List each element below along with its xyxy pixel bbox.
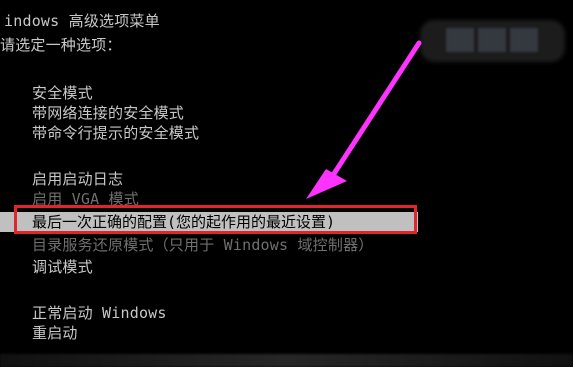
option-safe-mode-command-prompt[interactable]: 带命令行提示的安全模式 bbox=[32, 124, 199, 142]
option-boot-logging[interactable]: 启用启动日志 bbox=[32, 170, 123, 188]
menu-title: indows 高级选项菜单 bbox=[4, 12, 160, 30]
menu-prompt: 请选定一种选项： bbox=[0, 36, 122, 54]
red-highlight-box bbox=[14, 205, 417, 234]
option-reboot[interactable]: 重启动 bbox=[32, 324, 78, 342]
blurred-cell-3 bbox=[510, 28, 538, 52]
option-safe-mode[interactable]: 安全模式 bbox=[32, 84, 93, 102]
option-start-windows-normally[interactable]: 正常启动 Windows bbox=[32, 304, 167, 322]
option-debugging-mode[interactable]: 调试模式 bbox=[32, 258, 93, 276]
bottom-blur-strip bbox=[0, 354, 573, 367]
option-directory-services-restore-mode[interactable]: 目录服务还原模式（只用于 Windows 域控制器） bbox=[32, 236, 373, 254]
blurred-cell-1 bbox=[446, 28, 474, 52]
boot-menu-screen: indows 高级选项菜单 请选定一种选项： 安全模式 带网络连接的安全模式 带… bbox=[0, 0, 573, 367]
blurred-cell-2 bbox=[478, 28, 506, 52]
option-safe-mode-networking[interactable]: 带网络连接的安全模式 bbox=[32, 104, 184, 122]
